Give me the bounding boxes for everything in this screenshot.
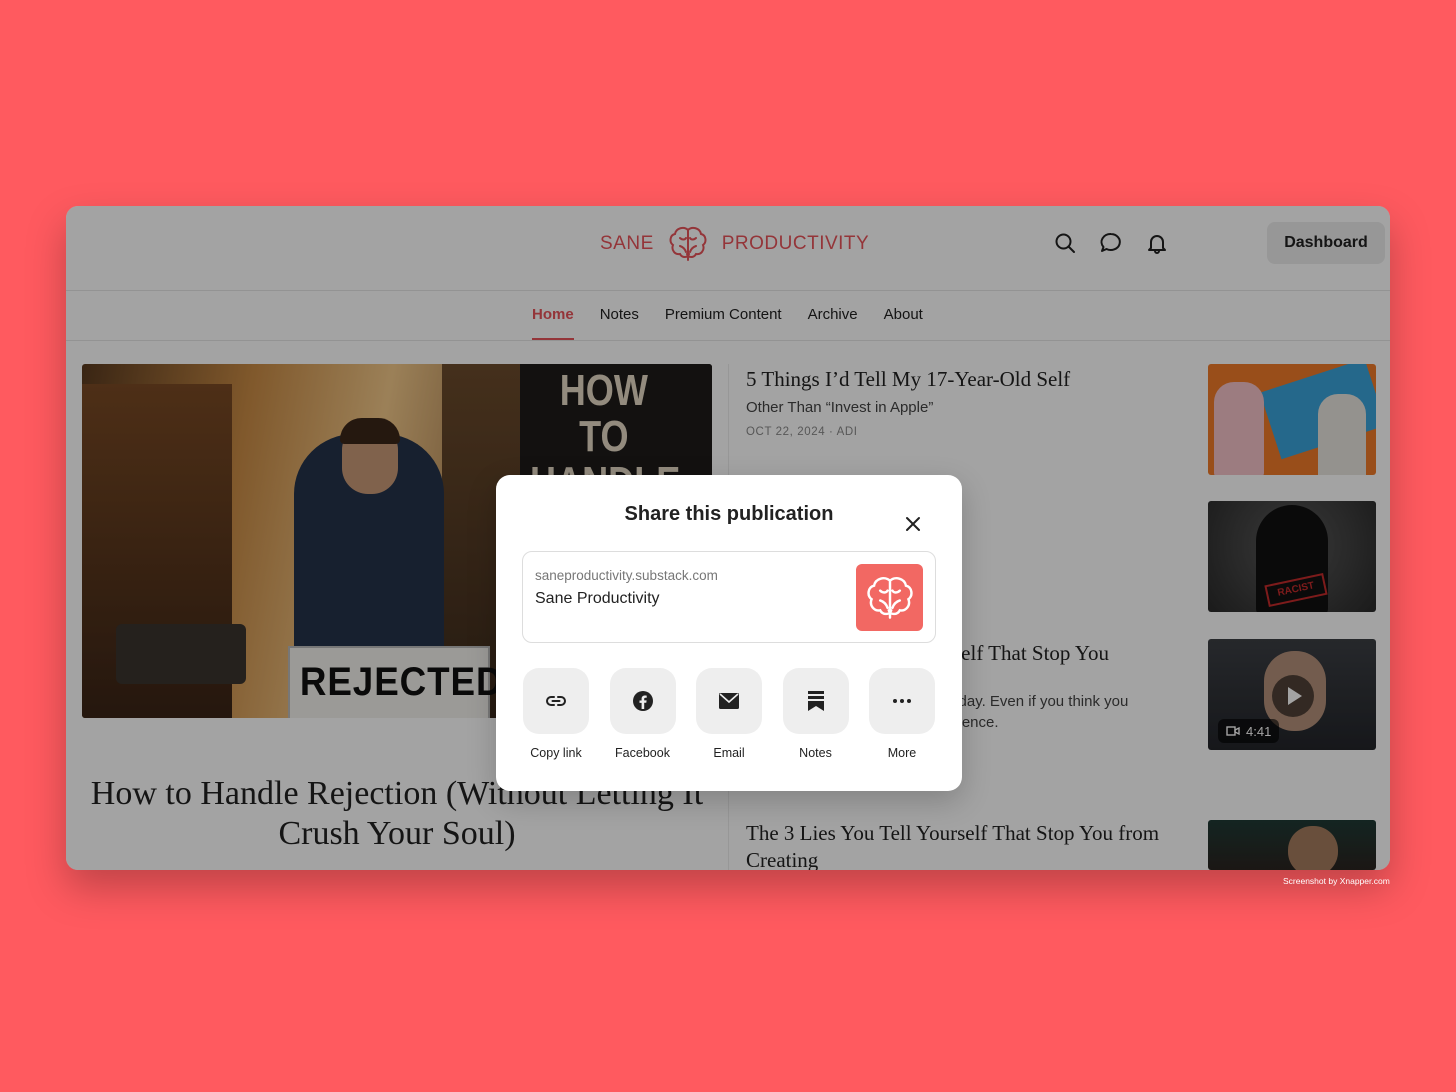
- publication-logo: [856, 564, 923, 631]
- share-label: More: [887, 746, 917, 760]
- share-label: Facebook: [615, 746, 670, 760]
- share-label: Notes: [799, 746, 832, 760]
- modal-title: Share this publication: [624, 503, 834, 525]
- notes-button[interactable]: Notes: [782, 668, 850, 760]
- publication-name: Sane Productivity: [535, 590, 660, 607]
- email-button[interactable]: Email: [695, 668, 763, 760]
- email-icon[interactable]: [696, 668, 762, 734]
- notes-icon[interactable]: [782, 668, 849, 734]
- share-modal: Share this publication saneproductivity.…: [496, 475, 962, 791]
- share-actions: Copy link Facebook Email Notes More: [522, 668, 936, 760]
- brain-icon: [866, 576, 913, 619]
- publication-card[interactable]: saneproductivity.substack.com Sane Produ…: [522, 551, 936, 643]
- publication-url: saneproductivity.substack.com: [535, 568, 718, 583]
- link-icon[interactable]: [523, 668, 589, 734]
- share-label: Email: [713, 746, 745, 760]
- share-label: Copy link: [530, 746, 582, 760]
- watermark: Screenshot by Xnapper.com: [1283, 876, 1390, 886]
- facebook-button[interactable]: Facebook: [609, 668, 677, 760]
- close-icon[interactable]: [902, 513, 924, 535]
- copy-link-button[interactable]: Copy link: [522, 668, 590, 760]
- more-button[interactable]: More: [868, 668, 936, 760]
- facebook-icon[interactable]: [609, 668, 676, 734]
- more-icon[interactable]: [869, 668, 935, 734]
